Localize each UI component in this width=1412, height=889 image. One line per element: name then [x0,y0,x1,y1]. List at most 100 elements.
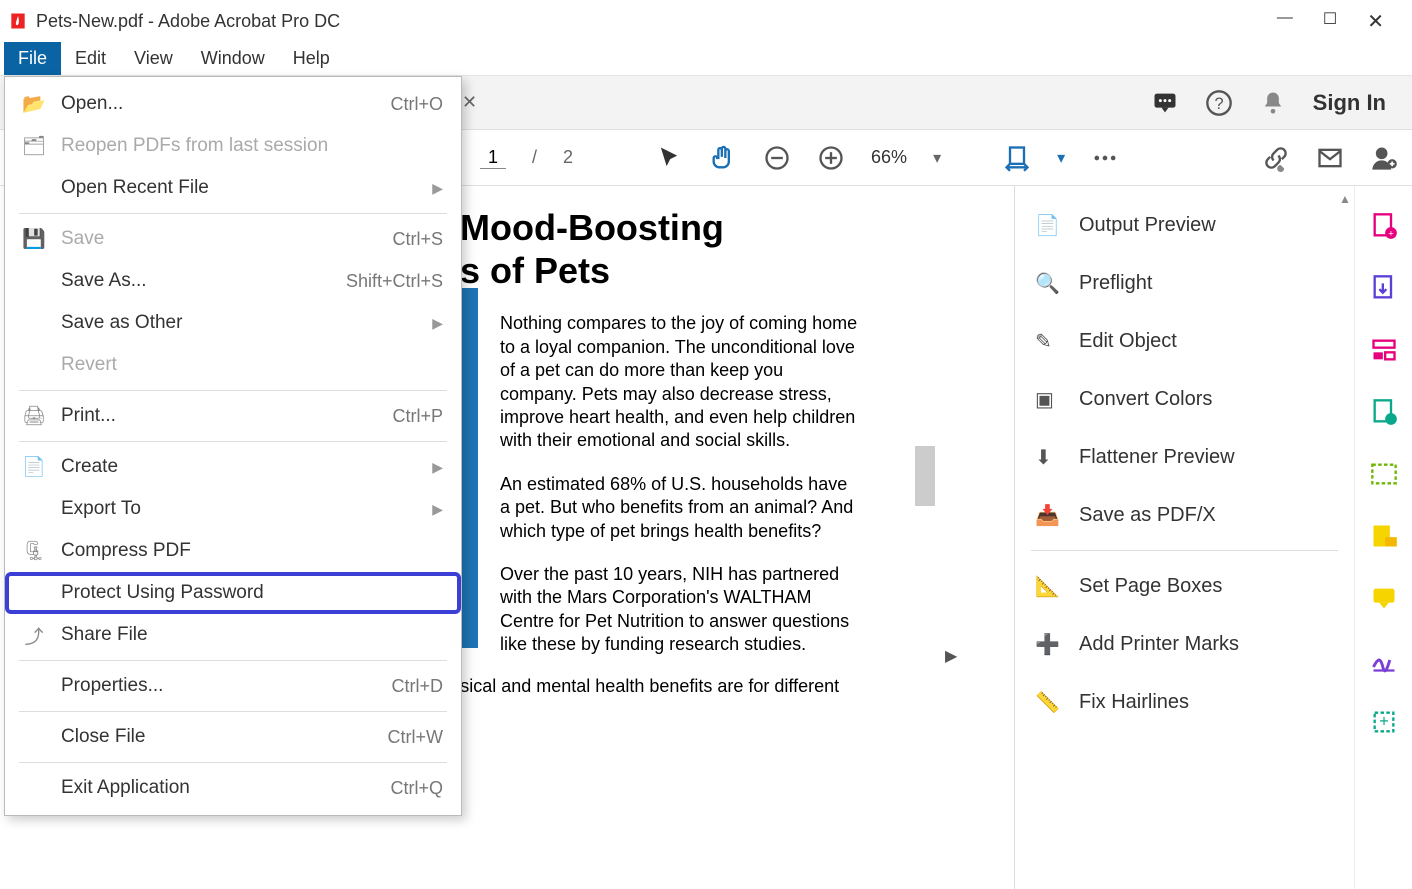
page-current-input[interactable] [480,147,506,169]
menu-save: 💾SaveCtrl+S [5,218,461,260]
zoom-out-icon[interactable] [763,144,791,172]
menu-reopen: 🗂Reopen PDFs from last session [5,125,461,167]
certify-icon[interactable] [1370,398,1398,426]
save-icon: 💾 [19,227,49,251]
page-separator: / [532,147,537,168]
menu-share-file[interactable]: ⤴Share File [5,614,461,656]
share-link-icon[interactable] [1262,144,1290,172]
menu-create[interactable]: 📄Create▶ [5,446,461,488]
create-icon: 📄 [19,455,49,479]
tool-fix-hairlines[interactable]: 📏Fix Hairlines [1015,673,1354,731]
doc-paragraph: Nothing compares to the joy of coming ho… [500,312,860,452]
menu-file[interactable]: File [4,42,61,75]
panel-scroll-up-icon[interactable]: ▲ [1338,192,1352,208]
window-title: Pets-New.pdf - Adobe Acrobat Pro DC [36,11,340,32]
help-icon[interactable]: ? [1205,89,1233,117]
menu-help[interactable]: Help [279,42,344,75]
vertical-scrollbar[interactable] [915,446,935,506]
tool-save-pdfx[interactable]: 📥Save as PDF/X [1015,486,1354,544]
hand-pan-icon[interactable] [709,144,737,172]
reopen-icon: 🗂 [19,134,49,158]
tab-close-icon[interactable]: ✕ [462,92,477,113]
svg-text:+: + [1388,229,1393,239]
export-pdf-icon[interactable] [1370,274,1398,302]
more-rail-icon[interactable]: + [1370,708,1398,736]
select-cursor-icon[interactable] [655,144,683,172]
comment-note-icon[interactable] [1370,522,1398,550]
tool-edit-object[interactable]: ✎Edit Object [1015,312,1354,370]
menu-edit[interactable]: Edit [61,42,120,75]
output-preview-icon: 📄 [1035,213,1061,238]
doc-paragraph: An estimated 68% of U.S. households have… [500,473,860,543]
preflight-icon: 🔍 [1035,271,1061,296]
doc-paragraph: Over the past 10 years, NIH has partnere… [500,563,860,657]
tool-page-boxes[interactable]: 📐Set Page Boxes [1015,557,1354,615]
menu-close-file[interactable]: Close FileCtrl+W [5,716,461,758]
zoom-in-icon[interactable] [817,144,845,172]
zoom-level[interactable]: 66% [871,147,907,168]
tool-flattener[interactable]: ⬇Flattener Preview [1015,428,1354,486]
menu-compress[interactable]: 🗜Compress PDF [5,530,461,572]
menu-open-recent[interactable]: Open Recent File▶ [5,167,461,209]
email-icon[interactable] [1316,144,1344,172]
right-icon-rail: + + [1354,186,1412,889]
fit-dropdown-icon[interactable]: ▾ [1057,148,1065,168]
fit-width-icon[interactable] [1003,144,1031,172]
printer-marks-icon: ➕ [1035,632,1061,657]
bell-icon[interactable] [1259,89,1287,117]
svg-text:+: + [1379,713,1389,731]
tool-convert-colors[interactable]: ▣Convert Colors [1015,370,1354,428]
window-controls: — ☐ ✕ [1277,9,1404,34]
menu-properties[interactable]: Properties...Ctrl+D [5,665,461,707]
organize-icon[interactable] [1370,336,1398,364]
sign-in-button[interactable]: Sign In [1313,90,1400,116]
tool-printer-marks[interactable]: ➕Add Printer Marks [1015,615,1354,673]
fix-hairlines-icon: 📏 [1035,690,1061,715]
close-window-button[interactable]: ✕ [1367,9,1384,34]
menu-save-other[interactable]: Save as Other▶ [5,302,461,344]
menu-save-as[interactable]: Save As...Shift+Ctrl+S [5,260,461,302]
menu-revert: Revert [5,344,461,386]
file-menu-dropdown: 📂Open...Ctrl+O 🗂Reopen PDFs from last se… [4,76,462,816]
zoom-dropdown-icon[interactable]: ▾ [933,148,941,168]
edit-object-icon: ✎ [1035,329,1061,354]
page-total: 2 [563,147,573,168]
compress-icon: 🗜 [19,539,49,563]
sign-icon[interactable] [1370,646,1398,674]
save-pdfx-icon: 📥 [1035,503,1061,528]
more-tools-icon[interactable] [1091,144,1119,172]
comment-bubble-icon[interactable] [1370,584,1398,612]
menu-print[interactable]: 🖨Print...Ctrl+P [5,395,461,437]
svg-text:?: ? [1214,94,1223,112]
menu-window[interactable]: Window [187,42,279,75]
submenu-arrow-icon: ▶ [432,459,443,476]
menu-view[interactable]: View [120,42,187,75]
document-sidebar-strip [460,288,478,648]
menubar: File Edit View Window Help [0,42,1412,76]
redact-icon[interactable] [1370,460,1398,488]
notifications-chat-icon[interactable] [1151,89,1179,117]
menu-export-to[interactable]: Export To▶ [5,488,461,530]
share-people-icon[interactable] [1370,144,1398,172]
create-pdf-icon[interactable]: + [1370,212,1398,240]
page-boxes-icon: 📐 [1035,574,1061,599]
tools-panel: ▲ 📄Output Preview 🔍Preflight ✎Edit Objec… [1014,186,1354,889]
menu-exit[interactable]: Exit ApplicationCtrl+Q [5,767,461,809]
convert-colors-icon: ▣ [1035,387,1061,412]
tool-output-preview[interactable]: 📄Output Preview [1015,196,1354,254]
submenu-arrow-icon: ▶ [432,501,443,518]
doc-heading: Mood-Boostings of Pets [460,206,984,292]
print-icon: 🖨 [19,404,49,428]
folder-open-icon: 📂 [19,92,49,116]
tool-preflight[interactable]: 🔍Preflight [1015,254,1354,312]
menu-protect-password[interactable]: Protect Using Password [5,572,461,614]
menu-open[interactable]: 📂Open...Ctrl+O [5,83,461,125]
submenu-arrow-icon: ▶ [432,315,443,332]
minimize-button[interactable]: — [1277,9,1293,34]
flattener-icon: ⬇ [1035,445,1061,470]
share-upload-icon: ⤴ [19,622,49,649]
submenu-arrow-icon: ▶ [432,180,443,197]
acrobat-app-icon [8,11,28,31]
maximize-button[interactable]: ☐ [1323,9,1337,34]
panel-collapse-icon[interactable]: ▶ [945,646,959,670]
